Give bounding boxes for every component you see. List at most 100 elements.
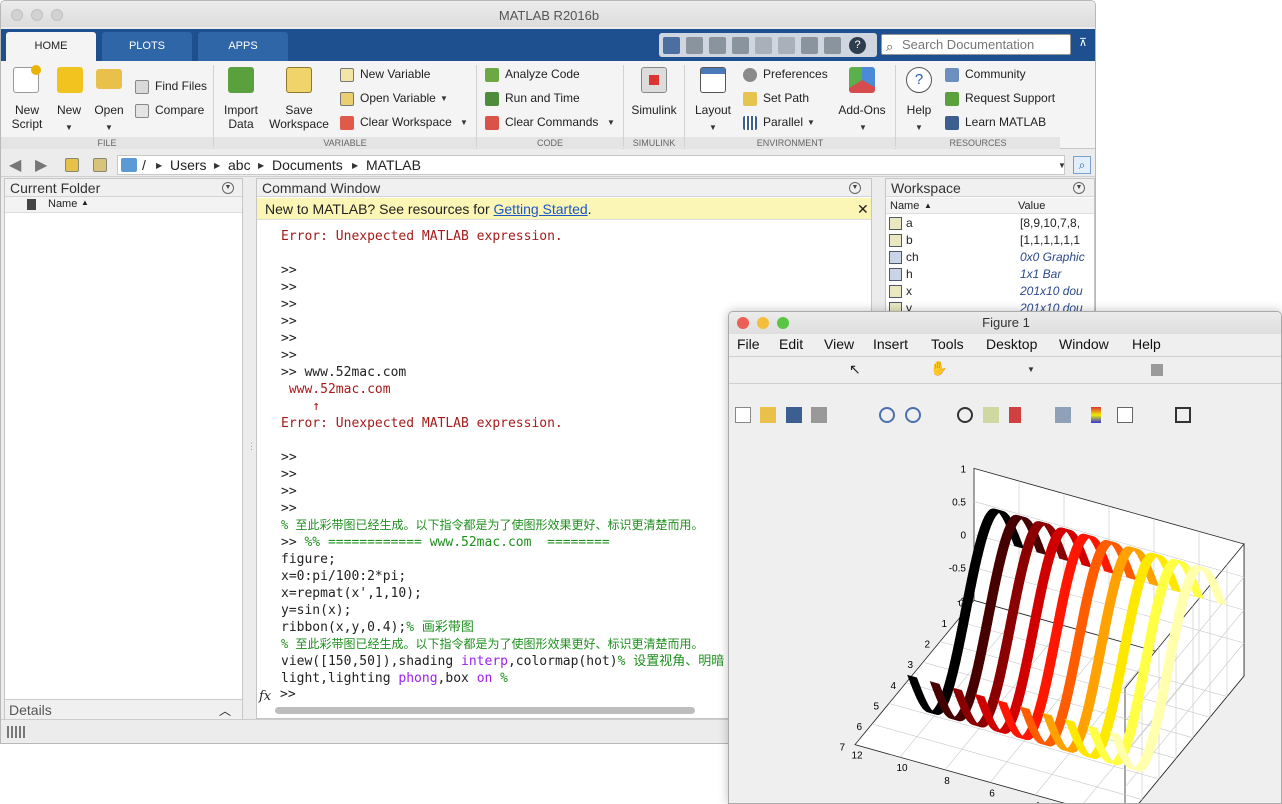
separator	[213, 65, 214, 147]
panel-actions-icon[interactable]: ▼	[222, 182, 234, 194]
add-ons-icon	[849, 67, 875, 93]
panel-actions-icon[interactable]: ▼	[1073, 182, 1085, 194]
details-bar[interactable]: Details ︿	[5, 699, 242, 719]
chevron-up-icon[interactable]: ︿	[219, 702, 231, 719]
search-folder-icon[interactable]: ⌕	[1073, 156, 1091, 174]
matrix-icon	[889, 285, 902, 298]
undo-icon[interactable]	[755, 37, 772, 54]
minimize-window-button[interactable]	[757, 317, 769, 329]
close-window-button[interactable]	[737, 317, 749, 329]
minimize-window-button[interactable]	[31, 9, 43, 21]
menu-edit[interactable]: Edit	[779, 336, 803, 352]
ribbon-3d-plot[interactable]: 10.50-0.5-101234567121086420	[729, 385, 1282, 804]
workspace-row[interactable]: h 1x1 Bar	[886, 266, 1094, 283]
hide-tools-icon[interactable]	[1151, 364, 1163, 376]
tab-apps[interactable]: APPS	[198, 32, 288, 61]
panel-actions-icon[interactable]: ▼	[849, 182, 861, 194]
splitter-handle[interactable]: ⋮	[247, 441, 256, 455]
command-prompt[interactable]: >>	[280, 687, 296, 702]
series-tick-label: 8	[944, 776, 950, 787]
paste-icon[interactable]	[732, 37, 749, 54]
workspace-row[interactable]: x 201x10 dou	[886, 283, 1094, 300]
browse-folder-icon[interactable]	[93, 158, 107, 172]
question-icon[interactable]: ?	[849, 37, 866, 54]
output-line: >>	[281, 296, 297, 313]
x-tick-label: 4	[890, 681, 896, 692]
current-folder-title: Current Folder	[10, 180, 101, 196]
redo-icon[interactable]	[778, 37, 795, 54]
new-script-label: New	[14, 103, 39, 117]
chevron-down-icon: ▼	[460, 118, 468, 127]
collapse-ribbon-icon[interactable]: ⊼	[1079, 37, 1091, 49]
x-tick-label: 6	[856, 722, 862, 733]
column-name[interactable]: Name	[890, 198, 919, 214]
group-label-variable: VARIABLE	[214, 137, 476, 149]
chevron-right-icon: ▶	[156, 161, 163, 170]
banner-end: .	[587, 201, 592, 217]
variable-name: ch	[906, 250, 919, 264]
save-icon[interactable]	[663, 37, 680, 54]
workspace-row[interactable]: b [1,1,1,1,1,1	[886, 232, 1094, 249]
separator	[476, 65, 477, 147]
chevron-down-icon[interactable]: ▼	[1027, 365, 1035, 374]
current-folder-panel: Current Folder ▼ Name ▲ Details ︿	[4, 178, 243, 719]
search-documentation-input[interactable]: ⌕ Search Documentation	[881, 34, 1071, 55]
pointer-icon[interactable]: ↖	[849, 361, 861, 378]
output-line: >>	[281, 347, 297, 364]
gear-icon	[743, 68, 757, 82]
save-label-2: Workspace	[269, 117, 329, 131]
column-name[interactable]: Name	[48, 198, 77, 210]
path-root[interactable]: /	[142, 157, 146, 173]
horizontal-scrollbar[interactable]	[275, 707, 695, 714]
workspace-row[interactable]: a [8,9,10,7,8,	[886, 215, 1094, 232]
close-icon[interactable]: ✕	[857, 198, 869, 220]
getting-started-link[interactable]: Getting Started	[494, 201, 588, 217]
zoom-window-button[interactable]	[777, 317, 789, 329]
layout-label: Layout	[694, 103, 732, 117]
path-matlab[interactable]: MATLAB	[366, 157, 421, 173]
tab-home[interactable]: HOME	[6, 32, 96, 61]
back-arrow-icon[interactable]: ◀	[9, 155, 21, 175]
pan-hand-icon[interactable]: ✋	[930, 360, 947, 377]
menu-desktop[interactable]: Desktop	[986, 336, 1037, 352]
plus-icon	[57, 67, 83, 93]
cut-icon[interactable]	[686, 37, 703, 54]
menu-view[interactable]: View	[824, 336, 854, 352]
up-folder-icon[interactable]	[65, 158, 79, 172]
line-text: >>	[281, 331, 297, 346]
tab-plots[interactable]: PLOTS	[102, 32, 192, 61]
close-window-button[interactable]	[11, 9, 23, 21]
output-line: >> www.52mac.com	[281, 364, 406, 381]
help-icon[interactable]	[824, 37, 841, 54]
forward-arrow-icon[interactable]: ▶	[35, 155, 47, 175]
column-value[interactable]: Value	[1018, 198, 1045, 214]
fx-icon[interactable]: fx	[259, 689, 275, 709]
menu-help[interactable]: Help	[1132, 336, 1161, 352]
variable-value: [8,9,10,7,8,	[1020, 216, 1081, 230]
menu-window[interactable]: Window	[1059, 336, 1109, 352]
path-users[interactable]: Users	[170, 157, 207, 173]
path-field[interactable]: / ▶ Users ▶ abc ▶ Documents ▶ MATLAB ▼	[117, 155, 1066, 175]
copy-icon[interactable]	[709, 37, 726, 54]
output-line: x=repmat(x',1,10);	[281, 585, 422, 602]
menu-tools[interactable]: Tools	[931, 336, 964, 352]
menu-insert[interactable]: Insert	[873, 336, 908, 352]
status-bar-icon[interactable]	[7, 726, 25, 738]
clear-workspace-icon	[340, 116, 354, 130]
workspace-row[interactable]: ch 0x0 Graphic	[886, 249, 1094, 266]
workspace-panel: Workspace ▼ Name ▲ Value a [8,9,10,7,8, b…	[885, 178, 1095, 318]
path-documents[interactable]: Documents	[272, 157, 343, 173]
chevron-right-icon: ▶	[352, 161, 359, 170]
menu-file[interactable]: File	[737, 336, 760, 352]
path-dropdown-icon[interactable]: ▼	[1058, 161, 1066, 170]
path-abc[interactable]: abc	[228, 157, 251, 173]
run-and-time-label: Run and Time	[505, 91, 580, 105]
output-line: Error: Unexpected MATLAB expression.	[281, 228, 563, 245]
switch-windows-icon[interactable]	[801, 37, 818, 54]
community-label: Community	[965, 67, 1026, 81]
open-variable-icon	[340, 92, 354, 106]
zoom-window-button[interactable]	[51, 9, 63, 21]
series-tick-label: 12	[851, 751, 863, 762]
sort-ascending-icon: ▲	[81, 198, 89, 207]
workspace-list: a [8,9,10,7,8, b [1,1,1,1,1,1 ch 0x0 Graphi…	[886, 215, 1094, 319]
